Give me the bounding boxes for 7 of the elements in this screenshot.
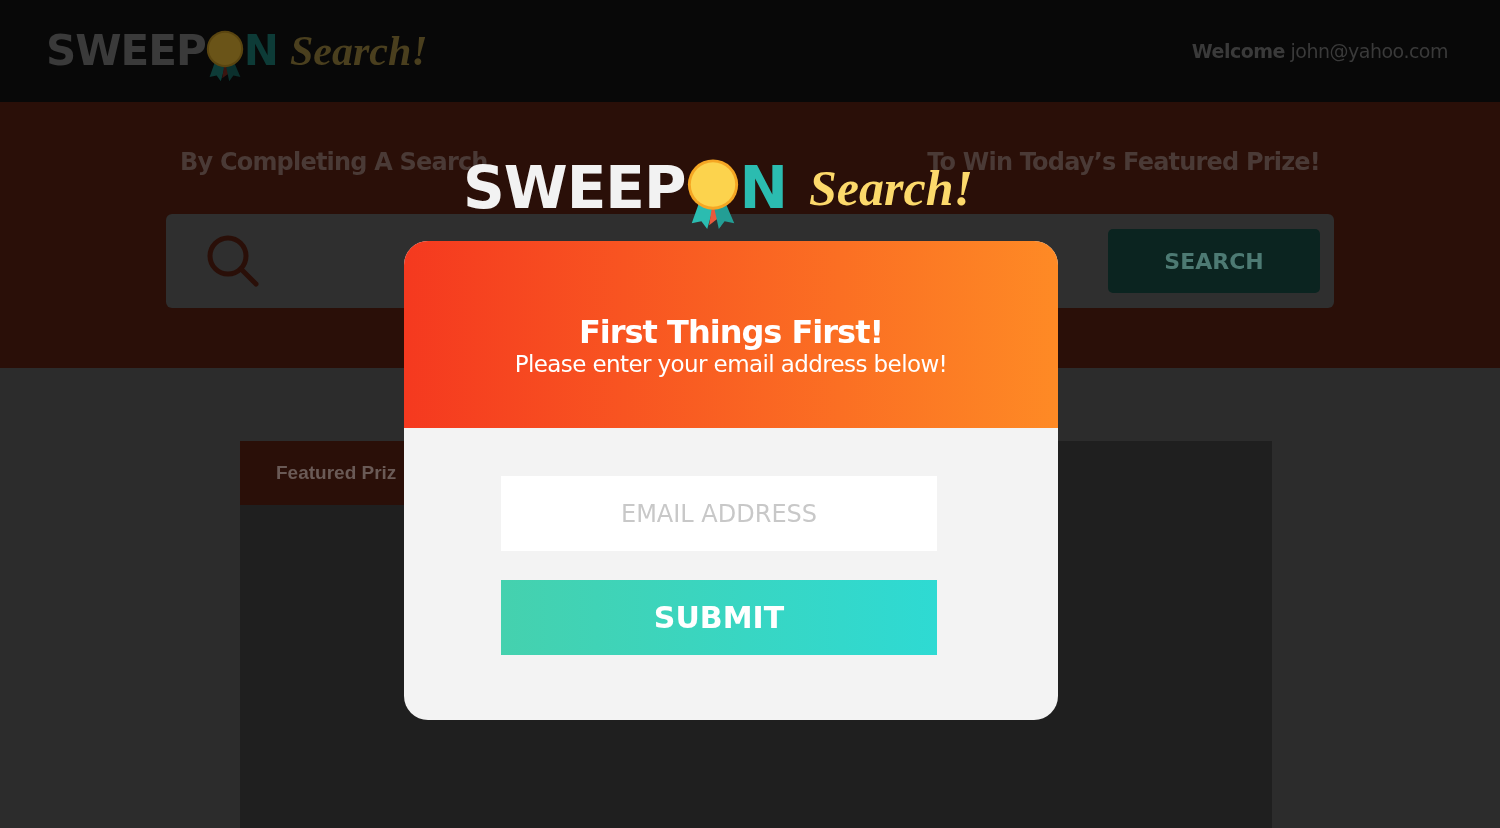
submit-button[interactable]: SUBMIT [501,580,937,655]
search-button[interactable]: SEARCH [1108,229,1320,293]
logo-text: N [739,158,788,217]
search-icon [206,234,260,288]
dialog-subtitle: Please enter your email address below! [514,350,948,377]
dialog-title: First Things First! [578,312,884,351]
logo-script: Search! [289,30,428,72]
